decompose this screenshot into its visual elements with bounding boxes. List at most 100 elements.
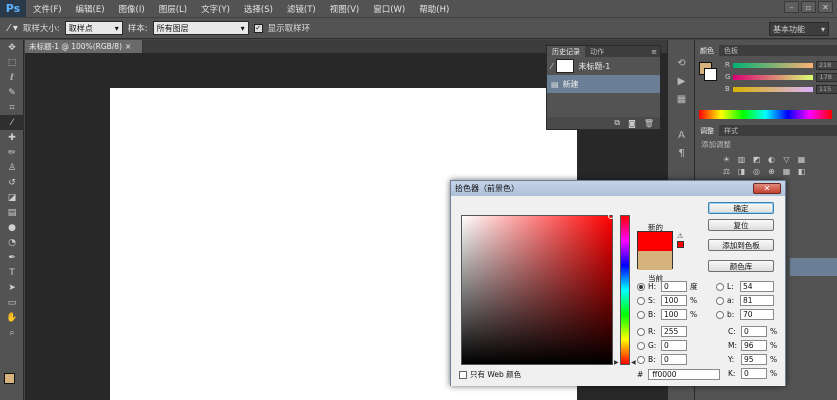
hue-arrow-right-icon[interactable]: ◀ xyxy=(631,359,636,366)
maximize-icon[interactable]: ▫ xyxy=(801,1,816,13)
levels-icon[interactable]: ▥ xyxy=(736,155,747,164)
h-input[interactable]: 0 xyxy=(661,281,687,292)
color-marker-icon[interactable] xyxy=(608,213,614,219)
g-input[interactable]: 0 xyxy=(661,340,687,351)
menu-file[interactable]: 文件(F) xyxy=(26,3,69,15)
gradient-tool-icon[interactable]: ▤ xyxy=(0,205,24,220)
hand-tool-icon[interactable]: ✋ xyxy=(0,310,24,325)
s-input[interactable]: 100 xyxy=(661,295,687,306)
a-input[interactable]: 81 xyxy=(740,295,774,306)
marquee-tool-icon[interactable]: ⬚ xyxy=(0,55,24,70)
tab-actions[interactable]: 动作 xyxy=(585,46,609,57)
radio-a[interactable] xyxy=(716,296,724,305)
k-input[interactable]: 0 xyxy=(741,368,767,379)
sample-size-select[interactable]: 取样点 ▾ xyxy=(64,21,123,35)
gamut-color-swatch[interactable] xyxy=(677,241,684,248)
current-color-swatch[interactable] xyxy=(638,251,672,270)
menu-layer[interactable]: 图层(L) xyxy=(152,3,194,15)
tab-history[interactable]: 历史记录 xyxy=(547,46,585,57)
foreground-color-swatch[interactable] xyxy=(4,373,15,384)
paragraph-icon[interactable]: ¶ xyxy=(668,144,695,162)
path-select-tool-icon[interactable]: ➤ xyxy=(0,280,24,295)
slider-g[interactable] xyxy=(733,74,814,80)
reset-button[interactable]: 复位 xyxy=(708,219,774,231)
hue-sat-icon[interactable]: ▦ xyxy=(796,155,807,164)
only-web-checkbox[interactable] xyxy=(459,370,467,379)
m-input[interactable]: 96 xyxy=(741,340,767,351)
menu-help[interactable]: 帮助(H) xyxy=(412,3,456,15)
radio-lab-b[interactable] xyxy=(716,310,724,319)
camera-icon[interactable]: ◙ xyxy=(628,119,636,128)
close-icon[interactable]: ✕ xyxy=(753,183,781,194)
l-input[interactable]: 54 xyxy=(740,281,774,292)
eraser-tool-icon[interactable]: ◪ xyxy=(0,190,24,205)
new-document-from-state-icon[interactable]: ⧉ xyxy=(614,118,620,128)
blue-input[interactable]: 0 xyxy=(661,354,687,365)
c-input[interactable]: 0 xyxy=(741,326,767,337)
lab-b-input[interactable]: 70 xyxy=(740,309,774,320)
radio-s[interactable] xyxy=(637,296,645,305)
workspace-select[interactable]: 基本功能 ▾ xyxy=(769,22,829,36)
slider-value[interactable]: 218 xyxy=(815,60,837,70)
tab-styles[interactable]: 样式 xyxy=(719,125,743,136)
only-web-colors[interactable]: 只有 Web 颜色 xyxy=(459,369,521,380)
brightness-icon[interactable]: ☀ xyxy=(721,155,732,164)
gamut-warning-icon[interactable]: ⚠ xyxy=(677,232,685,240)
close-window-icon[interactable]: ✕ xyxy=(818,1,833,13)
channel-mixer-icon[interactable]: ⊕ xyxy=(766,167,777,176)
lasso-tool-icon[interactable]: ℓ xyxy=(0,70,24,85)
slider-value[interactable]: 178 xyxy=(816,72,837,82)
exposure-icon[interactable]: ◐ xyxy=(766,155,777,164)
b-input[interactable]: 100 xyxy=(661,309,687,320)
zoom-tool-icon[interactable]: ⌕ xyxy=(0,325,24,340)
healing-brush-tool-icon[interactable]: ✚ xyxy=(0,130,24,145)
radio-l[interactable] xyxy=(716,282,724,291)
history-icon[interactable]: ⟲ xyxy=(668,54,695,72)
radio-g[interactable] xyxy=(637,341,645,350)
menu-image[interactable]: 图像(I) xyxy=(112,3,152,15)
saturation-brightness-field[interactable] xyxy=(461,215,613,365)
eyedropper-preset-icon[interactable]: ⁄ ▾ xyxy=(8,23,18,34)
photo-filter-icon[interactable]: ◎ xyxy=(751,167,762,176)
quick-select-tool-icon[interactable]: ✎ xyxy=(0,85,24,100)
minimize-icon[interactable]: – xyxy=(784,1,799,13)
tab-swatches[interactable]: 色板 xyxy=(719,45,743,56)
clone-stamp-tool-icon[interactable]: ♙ xyxy=(0,160,24,175)
add-to-swatches-button[interactable]: 添加到色板 xyxy=(708,239,774,251)
history-snapshot[interactable]: ⁄ 未标题-1 xyxy=(547,57,660,75)
tab-adjustments[interactable]: 调整 xyxy=(695,125,719,136)
menu-select[interactable]: 选择(S) xyxy=(237,3,280,15)
dodge-tool-icon[interactable]: ◔ xyxy=(0,235,24,250)
color-balance-icon[interactable]: ⚖ xyxy=(721,167,732,176)
slider-value[interactable]: 115 xyxy=(815,84,837,94)
ok-button[interactable]: 确定 xyxy=(708,202,774,214)
crop-tool-icon[interactable]: ⌗ xyxy=(0,100,24,115)
tab-color[interactable]: 颜色 xyxy=(695,45,719,56)
properties-icon[interactable]: ▦ xyxy=(668,90,695,108)
black-white-icon[interactable]: ◨ xyxy=(736,167,747,176)
close-icon[interactable]: × xyxy=(125,42,131,51)
slider-r[interactable] xyxy=(732,62,813,68)
hue-arrow-left-icon[interactable]: ▶ xyxy=(614,359,619,366)
vibrance-icon[interactable]: ▽ xyxy=(781,155,792,164)
history-step[interactable]: ▤ 新建 xyxy=(547,75,660,93)
actions-icon[interactable]: ▶ xyxy=(668,72,695,90)
hex-input[interactable]: ff0000 xyxy=(648,369,721,380)
pen-tool-icon[interactable]: ✒ xyxy=(0,250,24,265)
panel-menu-icon[interactable]: ≡ xyxy=(651,48,660,56)
document-tab[interactable]: 未标题-1 @ 100%(RGB/8) × xyxy=(25,40,143,53)
radio-r[interactable] xyxy=(637,327,645,336)
shape-tool-icon[interactable]: ▭ xyxy=(0,295,24,310)
character-icon[interactable]: A xyxy=(668,126,695,144)
invert-icon[interactable]: ◧ xyxy=(796,167,807,176)
color-lookup-icon[interactable]: ▦ xyxy=(781,167,792,176)
menu-window[interactable]: 窗口(W) xyxy=(366,3,412,15)
layer-row-selected[interactable] xyxy=(790,258,837,276)
radio-b[interactable] xyxy=(637,310,645,319)
menu-edit[interactable]: 编辑(E) xyxy=(69,3,112,15)
brush-tool-icon[interactable]: ✏ xyxy=(0,145,24,160)
panel-background-swatch[interactable] xyxy=(704,68,717,81)
hue-slider[interactable] xyxy=(620,215,630,365)
show-ring-checkbox[interactable]: ✓ xyxy=(253,23,263,33)
radio-h[interactable] xyxy=(637,282,645,291)
